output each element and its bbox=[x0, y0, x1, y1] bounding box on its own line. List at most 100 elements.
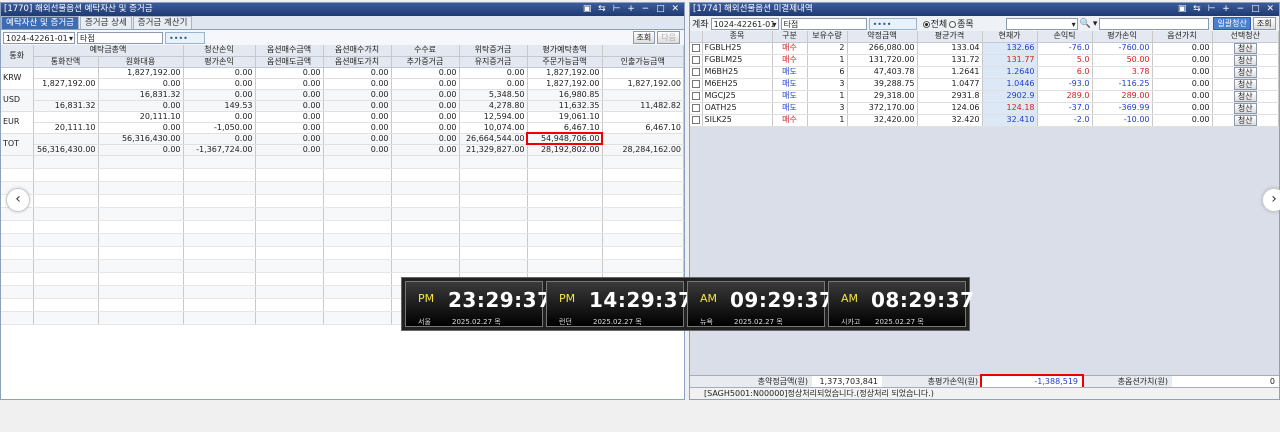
password-field[interactable]: •••• bbox=[165, 31, 205, 44]
radio-item-label: 종목 bbox=[957, 20, 974, 30]
checkbox-cell bbox=[690, 102, 703, 115]
deposit-cell: 0.00 bbox=[391, 144, 460, 156]
position-pnl: 289.00 bbox=[1092, 90, 1153, 103]
select-checkbox[interactable] bbox=[692, 115, 700, 124]
clock-time: 23:29:37 bbox=[448, 288, 552, 312]
prev-arrow-icon[interactable]: ‹ bbox=[6, 188, 30, 212]
select-checkbox[interactable] bbox=[692, 67, 700, 76]
position-qty: 3 bbox=[807, 102, 848, 115]
symbol-select[interactable]: ▾ bbox=[1005, 17, 1078, 30]
deposit-cell: 16,831.32 bbox=[98, 89, 184, 101]
deposit-cell: 0.00 bbox=[323, 89, 392, 101]
select-checkbox[interactable] bbox=[692, 103, 700, 112]
deposit-cell: 19,061.10 bbox=[527, 111, 603, 123]
position-row[interactable]: FGBLM25 매수 1 131,720.00 131.72 131.77 5.0 50.00… bbox=[690, 54, 1279, 67]
deposit-row[interactable]: 56,316,430.00 0.00 -1,367,724.00 0.00 0.00 0.… bbox=[1, 144, 684, 156]
position-row[interactable]: M6BH25 매도 6 47,403.78 1.2641 1.2640 6.0 3.78 0.0… bbox=[690, 66, 1279, 79]
deposit-cell: 1,827,192.00 bbox=[527, 67, 603, 79]
deposit-cell: 54,948,706.00 bbox=[526, 132, 603, 145]
deposit-cell: 11,632.35 bbox=[527, 100, 603, 112]
total-opt: 0 bbox=[1172, 376, 1279, 387]
deposit-cell: 16,831.32 bbox=[33, 100, 99, 112]
tab-deposit-margin[interactable]: 예탁자산 및 증거금 bbox=[1, 16, 79, 29]
empty-row bbox=[1, 207, 684, 221]
next-arrow-icon[interactable]: › bbox=[1262, 188, 1280, 212]
deposit-row[interactable]: 20,111.10 0.00 -1,050.00 0.00 0.00 0.00 10,074… bbox=[1, 122, 684, 134]
deposit-row[interactable]: 16,831.32 0.00 149.53 0.00 0.00 0.00 4,278.80 1… bbox=[1, 100, 684, 112]
query-button[interactable]: 조회 bbox=[632, 31, 656, 44]
deposit-cell: 26,664,544.00 bbox=[459, 133, 528, 145]
world-clock: PM 14:29:37 런던 2025.02.27 목 bbox=[546, 281, 692, 327]
position-opt: 0.00 bbox=[1152, 42, 1213, 55]
position-row[interactable]: M6EH25 매도 3 39,288.75 1.0477 1.0446 -93.0 -116.… bbox=[690, 78, 1279, 91]
chevron-down-icon: ▾ bbox=[68, 33, 73, 43]
liquidate-button[interactable]: 청산 bbox=[1233, 54, 1257, 65]
total-pnl: -1,388,519 bbox=[980, 374, 1084, 389]
deposit-cell: 0.00 bbox=[391, 111, 460, 123]
position-side: 매수 bbox=[772, 42, 808, 55]
deposit-row[interactable]: 1,827,192.00 0.00 0.00 0.00 0.00 0.00 0.00 1,82… bbox=[1, 78, 684, 90]
account-select[interactable]: 1024-42261-01 ▾ bbox=[3, 31, 75, 44]
liquidate-button[interactable]: 청산 bbox=[1233, 78, 1257, 89]
world-clock: PM 23:29:37 서울 2025.02.27 목 bbox=[405, 281, 551, 327]
liquidate-all-button[interactable]: 일괄청산 bbox=[1213, 17, 1251, 30]
deposit-cell: 12,594.00 bbox=[459, 111, 528, 123]
liquidate-button[interactable]: 청산 bbox=[1233, 114, 1257, 125]
position-row[interactable]: FGBLH25 매수 2 266,080.00 133.04 132.66 -76.0 -76… bbox=[690, 42, 1279, 55]
radio-item[interactable]: 종목 bbox=[949, 17, 974, 30]
window-controls[interactable]: ▣ ⇆ ⊢ + − □ ✕ bbox=[583, 3, 681, 16]
world-clock-panel: PM 23:29:37 서울 2025.02.27 목 PM 14:29:37 런… bbox=[401, 277, 974, 331]
radio-all[interactable]: 전체 bbox=[922, 17, 947, 30]
clock-city: 런던 bbox=[559, 318, 572, 326]
position-opt: 0.00 bbox=[1152, 66, 1213, 79]
deposit-cell: 0.00 bbox=[255, 89, 324, 101]
search-icon[interactable]: 🔍 bbox=[1080, 19, 1091, 29]
position-tick: -37.0 bbox=[1037, 102, 1093, 115]
position-avg: 133.04 bbox=[917, 42, 983, 55]
checkbox-cell bbox=[690, 114, 703, 127]
liquidate-button[interactable]: 청산 bbox=[1233, 42, 1257, 53]
chevron-down-icon[interactable]: ▾ bbox=[1093, 19, 1098, 29]
position-cur: 1.2640 bbox=[982, 66, 1038, 79]
select-checkbox[interactable] bbox=[692, 91, 700, 100]
tab-margin-detail[interactable]: 증거금 상세 bbox=[79, 16, 132, 29]
deposit-cell: 5,348.50 bbox=[459, 89, 528, 101]
liquidate-button[interactable]: 청산 bbox=[1233, 90, 1257, 101]
window-controls[interactable]: ▣ ⇆ ⊢ + − □ ✕ bbox=[1178, 3, 1276, 16]
deposit-cell: -1,050.00 bbox=[183, 122, 256, 134]
select-checkbox[interactable] bbox=[692, 55, 700, 64]
position-row[interactable]: SILK25 매수 1 32,420.00 32.420 32.410 -2.0 -10.00… bbox=[690, 114, 1279, 127]
account-select[interactable]: 1024-42261-01 ▾ bbox=[710, 17, 779, 30]
liquidate-cell: 청산 bbox=[1212, 42, 1279, 55]
next-button[interactable]: 다음 bbox=[657, 31, 680, 44]
position-pnl: -369.99 bbox=[1092, 102, 1153, 115]
header-margin: 위탁증거금 bbox=[459, 45, 528, 57]
deposit-cell: 0.00 bbox=[323, 100, 392, 112]
positions-header: 평가손익 bbox=[1092, 31, 1153, 43]
status-message-text: [SAGH5001:N00000]정상처리되었습니다.(정상처리 되었습니다.) bbox=[704, 389, 934, 398]
deposit-cell: 16,980.85 bbox=[527, 89, 603, 101]
liquidate-cell: 청산 bbox=[1212, 90, 1279, 103]
tab-margin-calculator[interactable]: 증거금 계산기 bbox=[132, 16, 193, 29]
deposit-row[interactable]: TOT 56,316,430.00 0.00 0.00 0.00 0.00 26,664,5… bbox=[1, 132, 684, 156]
deposit-cell: 0.00 bbox=[255, 133, 324, 145]
deposit-row[interactable]: KRW 1,827,192.00 0.00 0.00 0.00 0.00 0.00 1,827… bbox=[1, 67, 684, 90]
query-button[interactable]: 조회 bbox=[1252, 17, 1276, 30]
right-title-bar: [1774] 해외선물옵션 미결제내역 ▣ ⇆ ⊢ + − □ ✕ bbox=[690, 3, 1279, 16]
position-row[interactable]: MGCJ25 매도 1 29,318.00 2931.8 2902.9 289.0 289.0… bbox=[690, 90, 1279, 103]
positions-header: 선택청산 bbox=[1212, 31, 1279, 43]
header-opt-sell-val: 옵션매도가치 bbox=[323, 56, 392, 68]
currency-cell: USD bbox=[1, 89, 34, 112]
deposit-row[interactable]: EUR 20,111.10 0.00 0.00 0.00 0.00 12,594.00 19,… bbox=[1, 111, 684, 134]
position-qty: 1 bbox=[807, 90, 848, 103]
liquidate-button[interactable]: 청산 bbox=[1233, 102, 1257, 113]
position-row[interactable]: OATH25 매도 3 372,170.00 124.06 124.18 -37.0 -369… bbox=[690, 102, 1279, 115]
positions-header: 종목 bbox=[702, 31, 773, 43]
liquidate-button[interactable]: 청산 bbox=[1233, 66, 1257, 77]
deposit-row[interactable]: USD 16,831.32 0.00 0.00 0.00 0.00 5,348.50 16,9… bbox=[1, 89, 684, 112]
password-field[interactable]: •••• bbox=[868, 17, 917, 30]
position-pnl: -10.00 bbox=[1092, 114, 1153, 127]
position-sym: SILK25 bbox=[702, 114, 773, 127]
select-checkbox[interactable] bbox=[692, 79, 700, 88]
select-checkbox[interactable] bbox=[692, 43, 700, 52]
